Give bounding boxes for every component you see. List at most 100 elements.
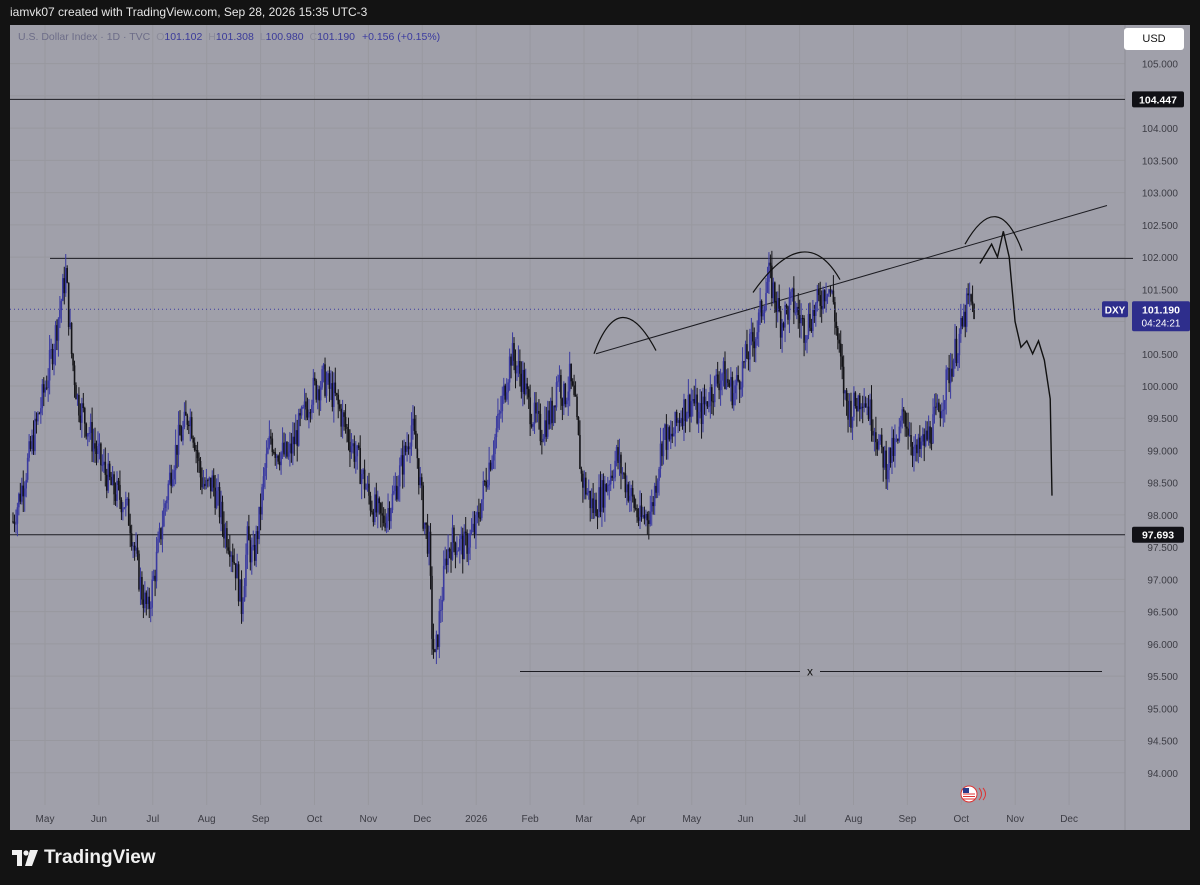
candle-body <box>111 474 114 486</box>
candle-body <box>954 338 956 361</box>
candle-body <box>66 268 69 283</box>
candle-body <box>481 499 483 518</box>
candle-body <box>123 507 126 509</box>
candle-body <box>293 436 296 445</box>
chart-panel[interactable]: May Jun Jul Aug Sep Oct Nov Dec 2026 Feb Mar Apr May… <box>10 25 1190 830</box>
candle-body <box>193 442 196 451</box>
candle-body <box>561 398 564 406</box>
candle-body <box>352 443 354 447</box>
candle-body <box>248 526 250 541</box>
candle-body <box>179 424 181 436</box>
candle-body <box>188 424 190 427</box>
candle-body <box>105 474 108 491</box>
x-tick-label: Aug <box>198 814 216 825</box>
x-tick-label: 2026 <box>465 814 488 825</box>
candle-body <box>104 461 107 475</box>
low-value: 100.980 <box>265 31 304 43</box>
candle-body <box>505 392 508 400</box>
candle-body <box>946 368 949 370</box>
candle-body <box>522 369 524 392</box>
support-x-label: x <box>807 665 813 679</box>
candle-body <box>606 485 609 492</box>
candle-body <box>519 361 521 374</box>
candle-body <box>570 363 572 382</box>
candle-body <box>794 312 797 314</box>
candle-body <box>642 514 644 517</box>
candle-body <box>718 383 720 391</box>
candle-body <box>708 406 710 408</box>
candle-body <box>230 555 233 557</box>
y-tick-label: 101.500 <box>1142 285 1179 296</box>
candle-body <box>538 410 540 414</box>
candle-body <box>648 520 650 525</box>
rising-trendline <box>595 205 1108 355</box>
candle-body <box>955 338 958 364</box>
candle-body <box>945 369 948 401</box>
candle-body <box>387 508 389 517</box>
candle-body <box>917 437 920 454</box>
candle-body <box>277 455 279 462</box>
price-chart[interactable]: May Jun Jul Aug Sep Oct Nov Dec 2026 Feb Mar Apr May… <box>10 25 1190 830</box>
candle-body <box>526 383 529 390</box>
candle-body <box>445 558 448 565</box>
candle-body <box>297 413 300 446</box>
candle-body <box>243 586 246 602</box>
candle-body <box>560 375 562 399</box>
x-tick-label: Sep <box>899 814 917 825</box>
candle-body <box>886 470 889 480</box>
candle-body <box>592 498 594 514</box>
y-tick-label: 96.500 <box>1147 608 1178 619</box>
candle-body <box>957 355 959 364</box>
candle-body <box>883 450 886 468</box>
candle-body <box>20 485 23 502</box>
candle-body <box>817 289 820 296</box>
candle-body <box>441 599 444 610</box>
x-tick-label: Nov <box>1006 814 1024 825</box>
candle-body <box>907 428 909 436</box>
candle-body <box>872 430 874 436</box>
candle-body <box>672 433 675 437</box>
candle-body <box>255 531 257 561</box>
candle-body <box>813 309 816 316</box>
candle-body <box>53 350 55 365</box>
candle-body <box>497 414 499 429</box>
candle-body <box>400 455 403 466</box>
candle-body <box>60 300 63 311</box>
candle-body <box>664 424 666 429</box>
candle-body <box>935 406 937 408</box>
candle-body <box>64 268 67 294</box>
candle-body <box>69 322 71 327</box>
candle-body <box>486 485 489 488</box>
candle-body <box>384 522 386 528</box>
event-wave-icon <box>982 787 986 801</box>
candle-body <box>861 406 864 408</box>
candle-body <box>913 448 915 456</box>
candle-body <box>120 499 123 513</box>
candle-body <box>376 498 379 513</box>
currency-button[interactable]: USD <box>1124 28 1184 50</box>
candle-body <box>56 325 58 341</box>
tradingview-brand[interactable]: TradingView <box>12 847 156 869</box>
candle-body <box>240 579 243 614</box>
candle-body <box>646 513 649 521</box>
candle-body <box>461 535 464 560</box>
x-tick-label: Dec <box>1060 814 1078 825</box>
x-tick-label: Feb <box>521 814 539 825</box>
y-tick-label: 104.000 <box>1142 124 1179 135</box>
x-tick-label: Mar <box>575 814 593 825</box>
candle-body <box>366 483 369 488</box>
candle-body <box>623 473 625 475</box>
candle-body <box>464 531 467 534</box>
candle-body <box>800 318 802 324</box>
y-tick-label: 98.500 <box>1147 479 1178 490</box>
candle-body <box>40 408 42 414</box>
candle-body <box>265 453 268 468</box>
candle-body <box>504 385 507 400</box>
candle-body <box>599 487 602 512</box>
candle-body <box>753 341 756 349</box>
candle-body <box>904 411 906 427</box>
candle-body <box>511 343 514 366</box>
candle-body <box>100 443 102 466</box>
y-tick-label: 96.000 <box>1147 640 1178 651</box>
candle-body <box>224 528 227 539</box>
